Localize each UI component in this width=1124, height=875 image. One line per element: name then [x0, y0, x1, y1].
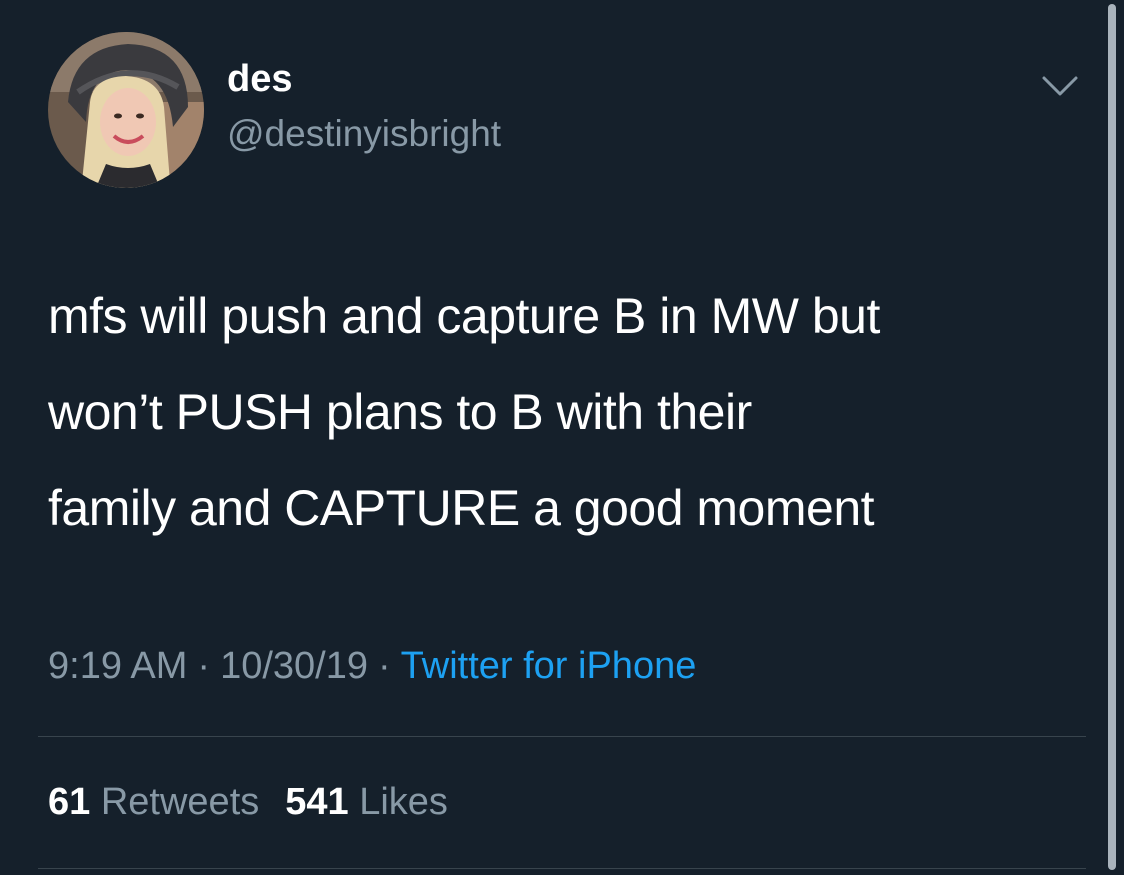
- engagement-stats: 61 Retweets 541 Likes: [48, 781, 448, 824]
- chevron-down-icon[interactable]: [1040, 72, 1080, 102]
- retweets-label: Retweets: [100, 781, 260, 823]
- likes-stat[interactable]: 541 Likes: [285, 781, 448, 823]
- tweet-metadata: 9:19 AM · 10/30/19 · Twitter for iPhone: [48, 645, 696, 688]
- tweet-time: 9:19 AM: [48, 645, 188, 687]
- likes-label: Likes: [359, 781, 448, 823]
- meta-separator: ·: [197, 645, 211, 687]
- divider: [38, 736, 1086, 737]
- retweets-stat[interactable]: 61 Retweets: [48, 781, 259, 823]
- avatar[interactable]: [48, 32, 204, 188]
- likes-count: 541: [285, 781, 349, 823]
- tweet-date: 10/30/19: [220, 645, 368, 687]
- display-name[interactable]: des: [227, 58, 292, 101]
- tweet-source-link[interactable]: Twitter for iPhone: [401, 645, 697, 687]
- tweet-detail: des @destinyisbright mfs will push and c…: [0, 0, 1124, 875]
- retweets-count: 61: [48, 781, 91, 823]
- avatar-photo: [48, 32, 204, 188]
- tweet-text: mfs will push and capture B in MW but wo…: [48, 288, 880, 536]
- meta-separator: ·: [378, 645, 391, 687]
- scrollbar[interactable]: [1108, 4, 1116, 870]
- divider: [38, 868, 1086, 869]
- user-handle[interactable]: @destinyisbright: [227, 113, 501, 155]
